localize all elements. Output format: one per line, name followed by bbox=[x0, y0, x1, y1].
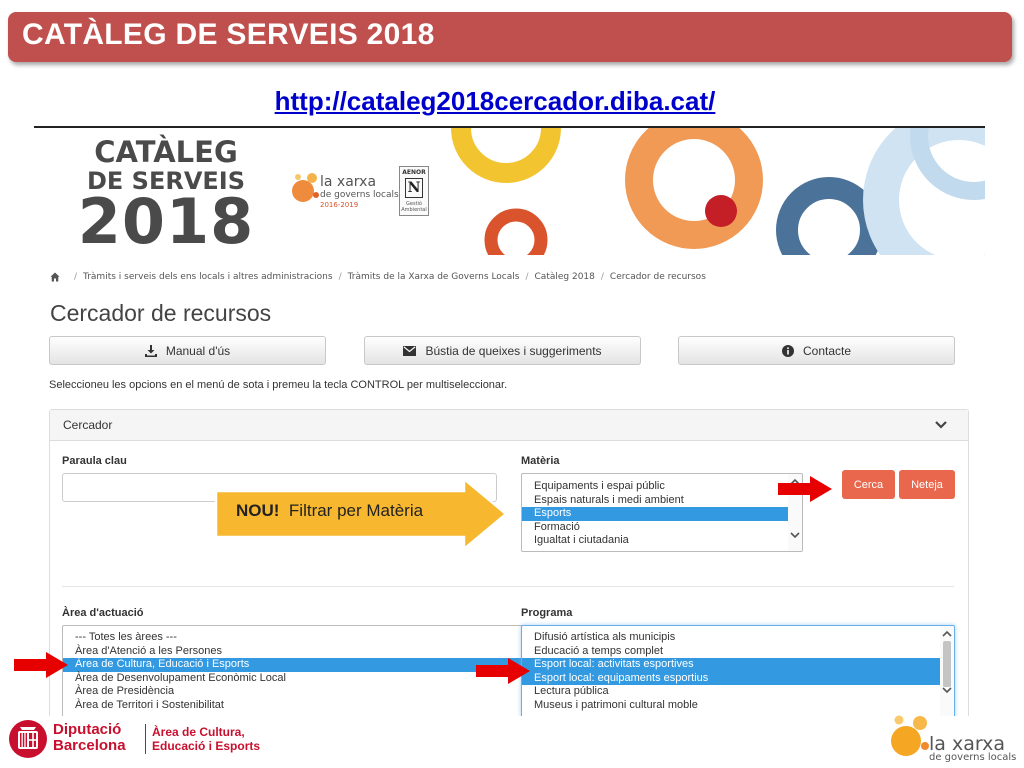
download-icon bbox=[144, 344, 157, 357]
cerca-button[interactable]: Cerca bbox=[842, 470, 895, 499]
select-option[interactable]: Museus i patrimoni cultural moble bbox=[522, 699, 942, 713]
diputacio-name-line2: Barcelona bbox=[53, 737, 126, 754]
aenor-name: AENOR bbox=[402, 169, 426, 176]
xarxa-circles-icon bbox=[891, 715, 929, 756]
panel-header[interactable]: Cercador bbox=[50, 410, 968, 441]
arrow-right-icon bbox=[778, 476, 832, 502]
new-feature-callout-text: NOU! Filtrar per Matèria bbox=[236, 501, 423, 521]
select-option[interactable]: --- Totes les àrees --- bbox=[63, 631, 524, 645]
xarxa-circles-icon bbox=[292, 173, 319, 202]
diputacio-area: Àrea de Cultura, Educació i Esports bbox=[152, 725, 260, 753]
scroll-up-icon[interactable] bbox=[942, 630, 952, 638]
select-option[interactable]: Àrea de Territori i Sostenibilitat bbox=[63, 699, 524, 713]
select-option[interactable]: Difusió artística als municipis bbox=[522, 631, 942, 645]
xarxa-logo-name: la xarxa bbox=[320, 174, 377, 190]
select-option[interactable]: Àrea de Desenvolupament Econòmic Local bbox=[63, 672, 524, 686]
scroll-down-icon[interactable] bbox=[942, 686, 952, 694]
embedded-screenshot: CATÀLEG DE SERVEIS 2018 la xarxa de gove… bbox=[34, 128, 985, 716]
panel-divider bbox=[62, 586, 954, 587]
breadcrumb-item-current: Cercador de recursos bbox=[609, 272, 706, 282]
decorative-circles-art bbox=[451, 128, 985, 255]
programa-label: Programa bbox=[521, 607, 573, 619]
home-icon[interactable] bbox=[50, 272, 60, 282]
select-option[interactable]: Àrea d'Atenció a les Persones bbox=[63, 645, 524, 659]
xarxa-logo-years: 2016-2019 bbox=[320, 201, 359, 209]
select-option[interactable]: Esports bbox=[522, 507, 790, 521]
diputacio-area-line1: Àrea de Cultura, bbox=[152, 725, 245, 739]
area-options: --- Totes les àrees --- Àrea d'Atenció a … bbox=[63, 631, 524, 712]
aenor-caption: Gestió Ambiental bbox=[401, 201, 427, 213]
select-option[interactable]: Àrea de Cultura, Educació i Esports bbox=[63, 658, 524, 672]
breadcrumb-separator: / bbox=[338, 272, 342, 282]
breadcrumb-separator: / bbox=[525, 272, 529, 282]
panel-title: Cercador bbox=[63, 418, 113, 432]
catalog-banner: CATÀLEG DE SERVEIS 2018 la xarxa de gove… bbox=[34, 128, 985, 255]
scroll-thumb[interactable] bbox=[943, 641, 951, 687]
info-icon bbox=[781, 344, 794, 357]
select-option[interactable]: Equipaments i espai públic bbox=[522, 480, 790, 494]
area-select[interactable]: --- Totes les àrees --- Àrea d'Atenció a … bbox=[62, 625, 525, 716]
breadcrumb-item-tramits-xarxa[interactable]: Tràmits de la Xarxa de Governs Locals bbox=[348, 272, 520, 282]
programa-select[interactable]: Difusió artística als municipis Educació … bbox=[521, 625, 955, 716]
slide-title: CATÀLEG DE SERVEIS 2018 bbox=[22, 18, 435, 51]
contacte-button-label: Contacte bbox=[802, 343, 852, 358]
xarxa-logo: la xarxa de governs locals 2016-2019 bbox=[290, 168, 400, 220]
instructions-text: Seleccioneu les opcions en el menú de so… bbox=[49, 379, 508, 391]
select-option[interactable]: Espais naturals i medi ambient bbox=[522, 494, 790, 508]
breadcrumb-separator: / bbox=[600, 272, 604, 282]
breadcrumb-item-cataleg[interactable]: Catàleg 2018 bbox=[535, 272, 595, 282]
materia-options: Equipaments i espai públic Espais natural… bbox=[522, 480, 790, 548]
callout-description: Filtrar per Matèria bbox=[288, 501, 424, 520]
select-option[interactable]: Educació a temps complet bbox=[522, 645, 942, 659]
envelope-icon bbox=[403, 345, 417, 356]
diputacio-name-line1: Diputació bbox=[53, 721, 122, 738]
diputacio-shield-icon bbox=[9, 720, 47, 758]
neteja-button[interactable]: Neteja bbox=[899, 470, 955, 499]
select-option[interactable]: Àrea de Presidència bbox=[63, 685, 524, 699]
contacte-button[interactable]: Contacte bbox=[678, 336, 955, 365]
area-label: Àrea d'actuació bbox=[62, 607, 144, 619]
arrow-right-icon bbox=[476, 658, 530, 684]
breadcrumb-separator: / bbox=[74, 272, 78, 282]
programa-options: Difusió artística als municipis Educació … bbox=[522, 631, 942, 712]
aenor-n-icon: N bbox=[405, 178, 423, 198]
bustia-button-label: Bústia de queixes i suggeriments bbox=[425, 343, 602, 358]
breadcrumb: / Tràmits i serveis dels ens locals i al… bbox=[50, 272, 706, 282]
callout-new-label: NOU! bbox=[236, 501, 280, 520]
catalog-logo-title: CATÀLEG DE SERVEIS 2018 bbox=[66, 138, 266, 253]
breadcrumb-item-tramits-serveis[interactable]: Tràmits i serveis dels ens locals i altr… bbox=[83, 272, 333, 282]
aenor-certificate: AENOR N Gestió Ambiental bbox=[399, 166, 429, 216]
keyword-label: Paraula clau bbox=[62, 455, 127, 467]
diputacio-name: Diputació Barcelona bbox=[53, 722, 126, 754]
diputacio-logo: Diputació Barcelona Àrea de Cultura, Edu… bbox=[8, 716, 278, 762]
diputacio-divider bbox=[145, 724, 146, 754]
manual-button[interactable]: Manual d'ús bbox=[49, 336, 326, 365]
select-option[interactable]: Igualtat i ciutadania bbox=[522, 534, 790, 548]
chevron-down-icon[interactable] bbox=[934, 419, 948, 431]
diputacio-area-line2: Educació i Esports bbox=[152, 739, 261, 753]
slide-header: CATÀLEG DE SERVEIS 2018 bbox=[8, 12, 1012, 62]
footer-xarxa-subtitle: de governs locals bbox=[929, 752, 1017, 763]
bustia-button[interactable]: Bústia de queixes i suggeriments bbox=[364, 336, 641, 365]
logo-title-line3: 2018 bbox=[77, 185, 255, 258]
programa-scrollbar[interactable] bbox=[940, 626, 954, 716]
footer-xarxa-logo: la xarxa de governs locals bbox=[888, 710, 1018, 766]
catalog-url-link[interactable]: http://cataleg2018cercador.diba.cat/ bbox=[0, 86, 990, 117]
materia-label: Matèria bbox=[521, 455, 560, 467]
logo-title-line1: CATÀLEG bbox=[94, 135, 238, 169]
manual-button-label: Manual d'ús bbox=[165, 343, 231, 358]
select-option[interactable]: Esport local: activitats esportives bbox=[522, 658, 942, 672]
page-title: Cercador de recursos bbox=[50, 300, 272, 326]
arrow-right-icon bbox=[14, 652, 68, 678]
scroll-down-icon[interactable] bbox=[790, 531, 800, 539]
xarxa-logo-subtitle: de governs locals bbox=[320, 190, 399, 200]
select-option[interactable]: Esport local: equipaments esportius bbox=[522, 671, 942, 685]
materia-select[interactable]: Equipaments i espai públic Espais natural… bbox=[521, 473, 803, 552]
select-option[interactable]: Lectura pública bbox=[522, 685, 942, 699]
select-option[interactable]: Formació bbox=[522, 521, 790, 535]
